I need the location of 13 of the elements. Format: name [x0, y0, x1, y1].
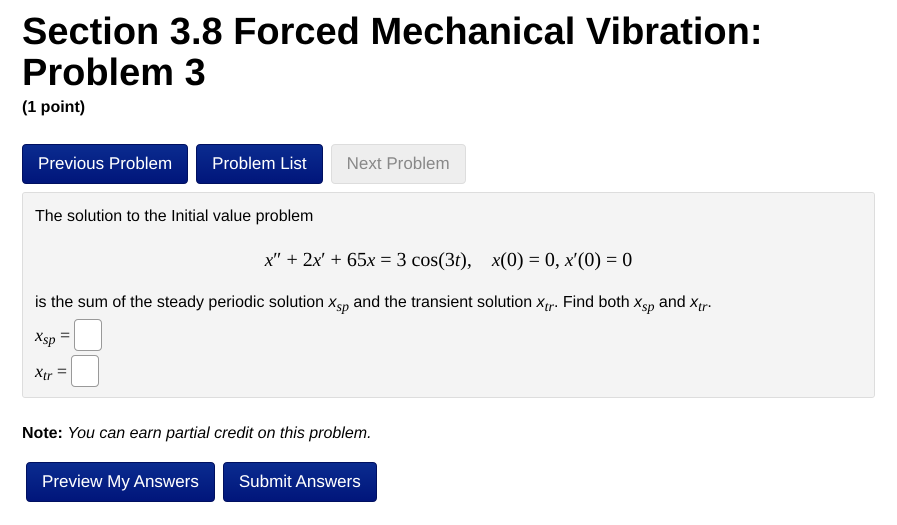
nav-button[interactable]: Problem List — [196, 144, 323, 184]
note-text: You can earn partial credit on this problem. — [67, 425, 372, 442]
page-title: Section 3.8 Forced Mechanical Vibration: Problem 3 — [22, 12, 764, 94]
problem-statement: is the sum of the steady periodic solution x$_{sp}$ and the transient solution x$_{tr}$. Find both x$_{sp}$ and x$_{tr}$. — [35, 293, 713, 316]
note-label: Note: — [22, 425, 63, 442]
nav-button[interactable]: Previous Problem — [22, 144, 188, 184]
answer-label: x$_{tr}$ = — [35, 360, 67, 385]
equation: x″ + 2x′ + 65x = 3 cos(3t), x(0) = 0, x′(0) = 0 — [264, 248, 632, 271]
submit-button[interactable]: Preview My Answers — [26, 462, 215, 502]
problem-intro: The solution to the Initial value problem — [35, 206, 314, 227]
points-label: (1 point) — [22, 98, 86, 118]
answer-label: x$_{sp}$ = — [35, 324, 70, 349]
submit-button[interactable]: Submit Answers — [222, 462, 377, 502]
